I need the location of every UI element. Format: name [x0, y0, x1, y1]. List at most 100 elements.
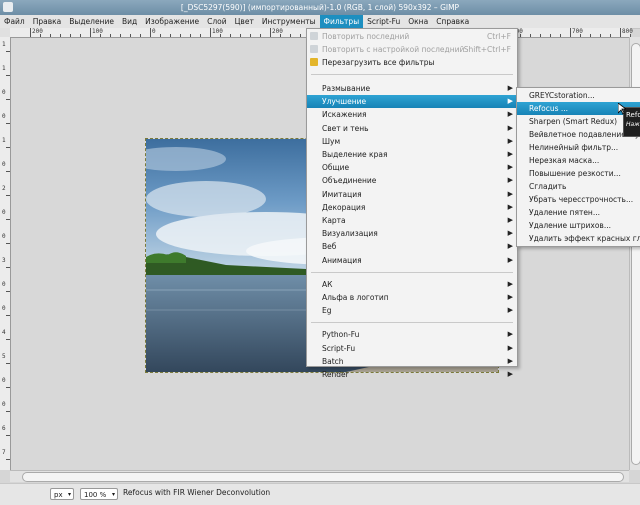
menu-separator — [311, 74, 513, 75]
filters-group1-item-6[interactable]: Общие ▶ — [307, 161, 517, 174]
filters-group2-item-0[interactable]: АК ▶ — [307, 278, 517, 291]
filters-group1-item-9[interactable]: Декорация ▶ — [307, 201, 517, 214]
unit-value: px — [54, 491, 63, 499]
submenu-arrow-icon: ▶ — [507, 163, 513, 172]
unit-selector[interactable]: px ▾ — [50, 488, 74, 500]
enhance-item-7[interactable]: Сгладить — [517, 180, 640, 193]
menu-item-label: Убрать чересстрочность... — [529, 195, 634, 204]
menu-1[interactable]: Правка — [29, 15, 66, 28]
chevron-down-icon: ▾ — [111, 491, 115, 498]
filters-group1-item-8[interactable]: Имитация ▶ — [307, 188, 517, 201]
ruler-tick — [620, 28, 621, 37]
filters-group3-item-0[interactable]: Python-Fu ▶ — [307, 328, 517, 341]
enhance-item-4[interactable]: Нелинейный фильтр... — [517, 141, 640, 154]
filters-group1-item-13[interactable]: Анимация ▶ — [307, 254, 517, 267]
menu-11[interactable]: Справка — [432, 15, 473, 28]
ruler-minor-tick — [160, 34, 161, 37]
menu-item-label: Шум — [322, 136, 341, 146]
ruler-minor-tick — [140, 34, 141, 37]
menu-item-label: Свет и тень — [322, 123, 369, 133]
ruler-minor-tick — [230, 34, 231, 37]
filters-group1-item-4[interactable]: Шум ▶ — [307, 135, 517, 148]
enhance-item-8[interactable]: Убрать чересстрочность... — [517, 193, 640, 206]
menu-item-label: АК — [322, 279, 333, 289]
ruler-minor-tick — [560, 34, 561, 37]
filters-group1-item-2[interactable]: Искажения ▶ — [307, 108, 517, 121]
filters-group2-item-1[interactable]: Альфа в логотип ▶ — [307, 291, 517, 304]
enhance-item-11[interactable]: Удалить эффект красных глаз... — [517, 232, 640, 245]
filters-group3-item-2[interactable]: Batch ▶ — [307, 355, 517, 368]
enhance-item-10[interactable]: Удаление штрихов... — [517, 219, 640, 232]
menu-item-label: Нерезкая маска... — [529, 156, 600, 165]
filters-top-item-1: Повторить с настройкой последний Shift+Ct… — [307, 43, 517, 56]
status-message: Refocus with FIR Wiener Deconvolution — [123, 488, 271, 497]
filters-group1-item-7[interactable]: Объединение ▶ — [307, 174, 517, 187]
ruler-tick — [270, 28, 271, 37]
menu-item-label: Визуализация — [322, 229, 378, 239]
menu-item-label: Render — [322, 370, 349, 379]
menu-item-label: Карта — [322, 216, 346, 225]
submenu-arrow-icon: ▶ — [507, 330, 513, 339]
ruler-tick — [6, 339, 10, 340]
menu-9[interactable]: Script-Fu — [363, 15, 404, 28]
menu-6[interactable]: Цвет — [231, 15, 258, 28]
vertical-ruler[interactable]: 1 1 0 0 1 0 2 0 0 3 0 0 4 5 0 0 6 7 — [0, 37, 11, 470]
enhance-item-5[interactable]: Нерезкая маска... — [517, 154, 640, 167]
horizontal-scrollbar[interactable] — [10, 470, 629, 482]
ruler-minor-tick — [220, 34, 221, 37]
ruler-minor-tick — [580, 34, 581, 37]
filters-group1-item-11[interactable]: Визуализация ▶ — [307, 227, 517, 240]
ruler-tick — [150, 28, 151, 37]
filters-group2-item-2[interactable]: Eg ▶ — [307, 304, 517, 317]
submenu-arrow-icon: ▶ — [507, 343, 513, 352]
filters-group1-item-1[interactable]: Улучшение ▶ — [307, 95, 517, 109]
menu-5[interactable]: Слой — [203, 15, 231, 28]
submenu-arrow-icon: ▶ — [507, 255, 513, 264]
enhance-item-9[interactable]: Удаление пятен... — [517, 206, 640, 219]
filters-group1-item-12[interactable]: Веб ▶ — [307, 240, 517, 253]
menu-item-label: Удаление пятен... — [529, 208, 600, 217]
submenu-arrow-icon: ▶ — [507, 370, 513, 378]
ruler-label: 1 — [2, 137, 6, 144]
filters-top-item-2[interactable]: Перезагрузить все фильтры — [307, 56, 517, 69]
filters-group1-item-5[interactable]: Выделение края ▶ — [307, 148, 517, 161]
menu-2[interactable]: Выделение — [65, 15, 118, 28]
enhance-item-2[interactable]: Sharpen (Smart Redux) — [517, 115, 640, 128]
menu-item-label: Выделение края — [322, 150, 388, 159]
ruler-tick — [6, 171, 10, 172]
ruler-label: 200 — [32, 28, 43, 35]
zoom-selector[interactable]: 100 % ▾ — [80, 488, 118, 500]
menu-4[interactable]: Изображение — [141, 15, 203, 28]
menu-item-label: Общие — [322, 163, 350, 173]
enhance-item-3[interactable]: Вейвлетное подавление шума... — [517, 128, 640, 141]
ruler-tick — [6, 147, 10, 148]
filters-group1-item-10[interactable]: Карта ▶ — [307, 214, 517, 227]
ruler-tick — [6, 219, 10, 220]
enhance-item-0[interactable]: GREYCstoration... — [517, 89, 640, 102]
ruler-minor-tick — [290, 34, 291, 37]
submenu-arrow-icon: ▶ — [507, 136, 513, 145]
ruler-tick — [6, 291, 10, 292]
menu-bar: Файл Правка Выделение Вид Изображение Слой Цве… — [0, 15, 640, 29]
menu-item-label: Удалить эффект красных глаз... — [529, 234, 640, 243]
menu-10[interactable]: Окна — [404, 15, 432, 28]
menu-item-label: Размывание — [322, 84, 371, 93]
menu-8[interactable]: Фильтры — [319, 15, 364, 28]
submenu-arrow-icon: ▶ — [507, 176, 513, 185]
filters-group1-item-0[interactable]: Размывание ▶ — [307, 82, 517, 95]
ruler-label: 0 — [2, 377, 6, 384]
enhance-item-6[interactable]: Повышение резкости... — [517, 167, 640, 180]
horizontal-scroll-thumb[interactable] — [22, 472, 624, 482]
reload-icon — [310, 58, 318, 66]
menu-7[interactable]: Инструменты — [258, 15, 320, 28]
window-title: [_DSC5297(590)] (импортированный)-1.0 (R… — [180, 3, 460, 12]
filters-group3-item-3[interactable]: Render ▶ — [307, 368, 517, 381]
filters-group3-item-1[interactable]: Script-Fu ▶ — [307, 342, 517, 355]
shortcut-label: Ctrl+F — [487, 32, 511, 41]
filters-group1-item-3[interactable]: Свет и тень ▶ — [307, 122, 517, 135]
menu-3[interactable]: Вид — [118, 15, 141, 28]
menu-0[interactable]: Файл — [0, 15, 29, 28]
submenu-arrow-icon: ▶ — [507, 216, 513, 224]
ruler-label: 4 — [2, 329, 6, 336]
window-menu-icon[interactable] — [3, 2, 13, 12]
